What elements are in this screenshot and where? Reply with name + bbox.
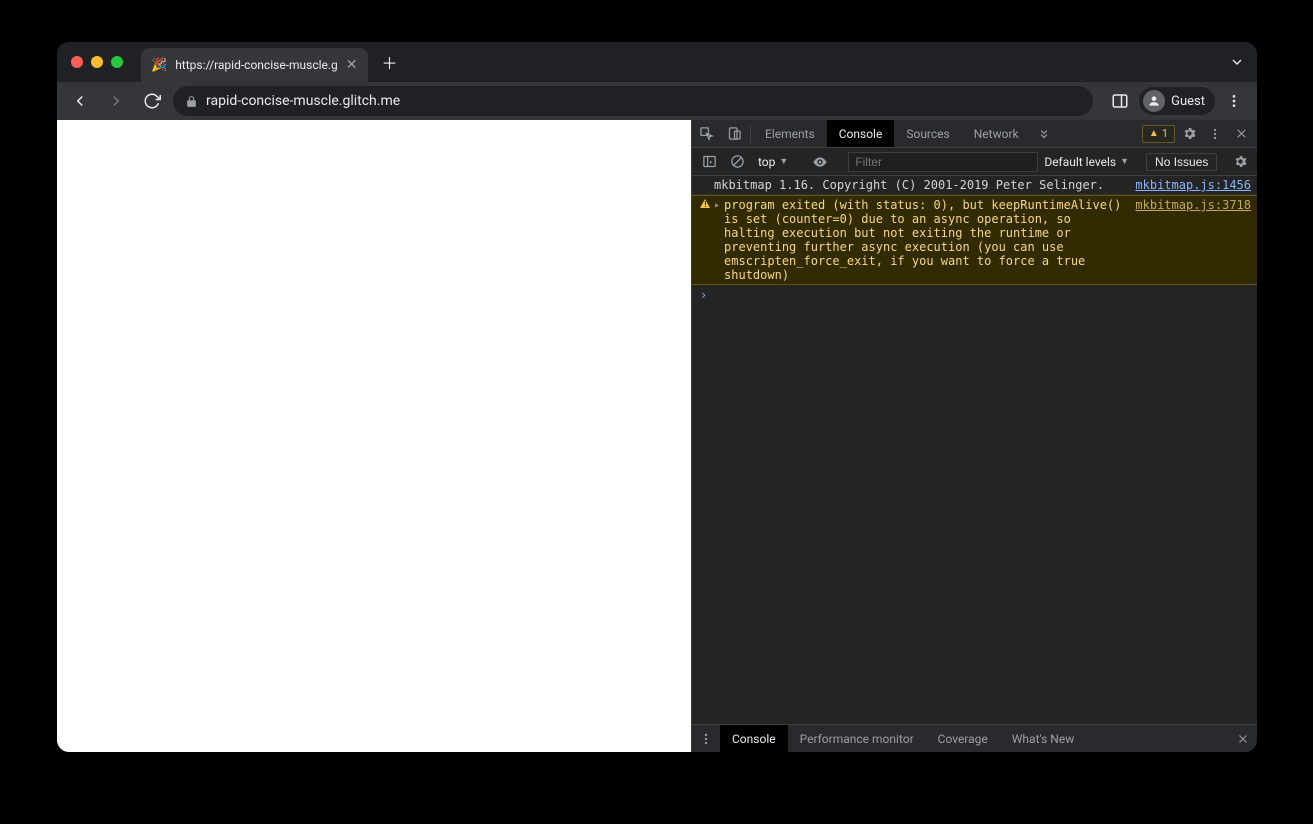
console-msg: mkbitmap 1.16. Copyright (C) 2001-2019 P… (714, 178, 1125, 192)
inspect-element-button[interactable] (692, 120, 720, 147)
console-row: ▸ program exited (with status: 0), but k… (692, 195, 1257, 285)
close-window-button[interactable] (71, 56, 83, 68)
page-viewport[interactable] (57, 120, 691, 752)
console-context-selector[interactable]: top ▼ (754, 155, 792, 169)
avatar-icon (1143, 90, 1165, 112)
tab-console[interactable]: Console (827, 120, 895, 147)
console-output[interactable]: mkbitmap 1.16. Copyright (C) 2001-2019 P… (692, 176, 1257, 724)
drawer-tab-coverage[interactable]: Coverage (926, 725, 1000, 752)
titlebar: 🎉 https://rapid-concise-muscle.g ✕ ＋ (57, 42, 1257, 82)
toolbar: rapid-concise-muscle.glitch.me Guest (57, 82, 1257, 120)
prompt-chevron-icon: › (700, 288, 707, 302)
content-area: Elements Console Sources Network ▲ 1 (57, 120, 1257, 752)
tab-close-icon[interactable]: ✕ (346, 57, 358, 73)
maximize-window-button[interactable] (111, 56, 123, 68)
drawer-menu-button[interactable] (692, 725, 720, 752)
minimize-window-button[interactable] (91, 56, 103, 68)
log-levels-selector[interactable]: Default levels ▼ (1044, 155, 1129, 169)
devtools-panel: Elements Console Sources Network ▲ 1 (691, 120, 1257, 752)
devtools-drawer: Console Performance monitor Coverage Wha… (692, 724, 1257, 752)
clear-console-button[interactable] (726, 151, 748, 173)
levels-label: Default levels (1044, 155, 1116, 169)
back-button[interactable] (65, 86, 95, 116)
profile-button[interactable]: Guest (1139, 87, 1215, 115)
reload-button[interactable] (137, 86, 167, 116)
chevron-down-icon: ▼ (1120, 156, 1129, 167)
tab-elements[interactable]: Elements (753, 120, 827, 147)
tabs-overflow-icon[interactable] (1031, 120, 1057, 147)
drawer-close-button[interactable] (1229, 725, 1257, 752)
expand-caret-icon[interactable]: ▸ (714, 198, 720, 214)
tab-network[interactable]: Network (962, 120, 1031, 147)
browser-window: 🎉 https://rapid-concise-muscle.g ✕ ＋ rap… (57, 42, 1257, 752)
console-filter-input[interactable] (848, 152, 1038, 172)
browser-tab[interactable]: 🎉 https://rapid-concise-muscle.g ✕ (141, 48, 368, 82)
console-sidebar-toggle[interactable] (698, 151, 720, 173)
drawer-tab-whats-new[interactable]: What's New (1000, 725, 1086, 752)
console-source-link[interactable]: mkbitmap.js:1456 (1135, 178, 1251, 192)
console-settings-button[interactable] (1229, 151, 1251, 173)
url-text: rapid-concise-muscle.glitch.me (206, 93, 400, 109)
browser-menu-button[interactable] (1219, 86, 1249, 116)
console-msg: program exited (with status: 0), but kee… (724, 198, 1125, 282)
drawer-tab-performance-monitor[interactable]: Performance monitor (788, 725, 926, 752)
lock-icon (185, 95, 198, 108)
chevron-down-icon: ▼ (779, 156, 788, 167)
live-expression-button[interactable] (809, 151, 831, 173)
warnings-badge[interactable]: ▲ 1 (1142, 125, 1175, 143)
console-row: mkbitmap 1.16. Copyright (C) 2001-2019 P… (692, 176, 1257, 195)
console-prompt[interactable]: › (692, 285, 1257, 305)
context-label: top (758, 155, 775, 169)
devtools-menu-button[interactable] (1203, 122, 1227, 146)
tab-title: https://rapid-concise-muscle.g (175, 58, 338, 72)
new-tab-button[interactable]: ＋ (376, 48, 404, 76)
warning-icon: ▲ (1149, 128, 1159, 139)
toolbar-right: Guest (1105, 86, 1249, 116)
forward-button[interactable] (101, 86, 131, 116)
warnings-count: 1 (1162, 127, 1168, 140)
tab-sources[interactable]: Sources (894, 120, 961, 147)
profile-label: Guest (1171, 94, 1205, 109)
devtools-tabs: Elements Console Sources Network ▲ 1 (692, 120, 1257, 148)
tabs-overflow-button[interactable] (1229, 54, 1245, 70)
console-toolbar: top ▼ Default levels ▼ No Issues (692, 148, 1257, 176)
device-toolbar-button[interactable] (720, 120, 748, 147)
warning-icon (700, 199, 710, 208)
console-source-link[interactable]: mkbitmap.js:3718 (1135, 198, 1251, 212)
devtools-settings-button[interactable] (1177, 122, 1201, 146)
drawer-tab-console[interactable]: Console (720, 725, 788, 752)
side-panel-button[interactable] (1105, 86, 1135, 116)
tab-favicon-icon: 🎉 (151, 58, 167, 73)
address-bar[interactable]: rapid-concise-muscle.glitch.me (173, 86, 1093, 116)
issues-button[interactable]: No Issues (1146, 153, 1217, 171)
traffic-lights (71, 56, 123, 68)
devtools-close-button[interactable] (1229, 122, 1253, 146)
